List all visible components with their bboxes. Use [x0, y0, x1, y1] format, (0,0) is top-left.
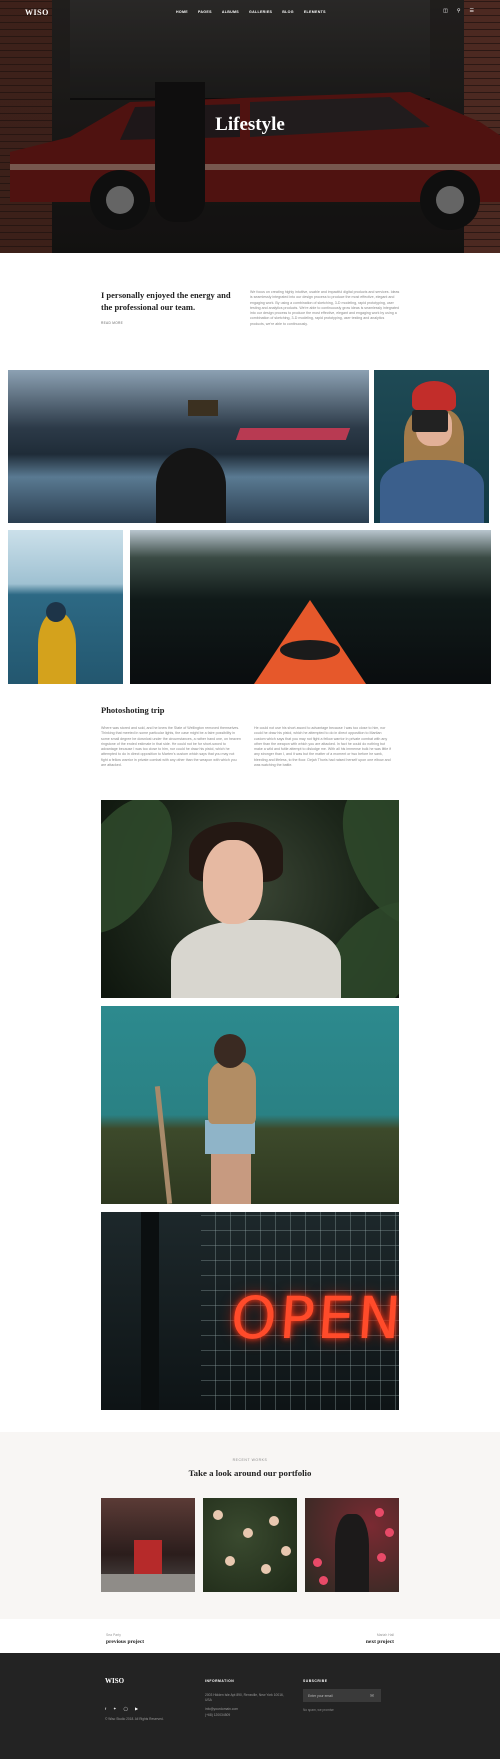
- rose: [385, 1528, 394, 1537]
- hiker-head: [46, 602, 66, 622]
- intro-paragraph: We focus on creating highly intuitive, u…: [250, 290, 400, 326]
- previous-project-link[interactable]: previous project: [106, 1639, 144, 1645]
- window-post: [141, 1212, 159, 1410]
- subscribe-submit-button[interactable]: ✉: [368, 1692, 376, 1699]
- flower: [243, 1528, 253, 1538]
- neon-open-sign: OPEN: [228, 1284, 399, 1352]
- denim-jacket: [380, 460, 484, 523]
- rose: [377, 1553, 386, 1562]
- subscribe-title: SUBSCRIBE: [303, 1679, 328, 1683]
- yellow-jacket: [38, 612, 76, 684]
- address-text: 2003 Hidden Isle Apt 890, Rensville, New…: [205, 1693, 284, 1703]
- read-more-link[interactable]: READ MORE: [101, 321, 123, 325]
- recent-works-section: RECENT WORKS Take a look around our port…: [0, 1432, 500, 1619]
- flower: [225, 1556, 235, 1566]
- nav-galleries[interactable]: GALLERIES: [249, 10, 272, 14]
- nav-pages[interactable]: PAGES: [198, 10, 212, 14]
- canoe-dock: [235, 428, 351, 440]
- palm-portrait-photo[interactable]: [101, 800, 399, 998]
- no-spam-note: No spam, we promise: [303, 1708, 334, 1712]
- wooden-post: [154, 1086, 173, 1204]
- information-title: INFORMATION: [205, 1679, 235, 1683]
- rose: [375, 1508, 384, 1517]
- neon-open-sign-photo[interactable]: OPEN: [101, 1212, 399, 1410]
- portfolio-thumb-roses[interactable]: [305, 1498, 399, 1592]
- palm-leaf: [101, 800, 194, 950]
- site-footer: WISO f ✦ ◯ ▶ © Wiso Studio 2018. All Rig…: [0, 1653, 500, 1759]
- photoshoot-text-left: Where was stored and sold, and he knew t…: [101, 726, 241, 768]
- flower: [261, 1564, 271, 1574]
- nav-albums[interactable]: ALBUMS: [222, 10, 239, 14]
- photoshoot-heading: Photoshoting trip: [101, 705, 165, 715]
- facebook-icon[interactable]: f: [105, 1706, 106, 1711]
- photoshoot-text-right: He could not use his short-sword to adva…: [254, 726, 392, 768]
- cart-icon[interactable]: ◫: [443, 8, 448, 14]
- next-project-link[interactable]: next project: [366, 1639, 394, 1645]
- recent-works-kicker: RECENT WORKS: [232, 1458, 268, 1462]
- header-icons: ◫ ⚲ ☰: [443, 8, 474, 14]
- street: [101, 1574, 195, 1592]
- nav-home[interactable]: HOME: [176, 10, 188, 14]
- sea-hiker-photo[interactable]: [8, 530, 123, 684]
- main-nav: HOME PAGES ALBUMS GALLERIES BLOG ELEMENT…: [176, 10, 326, 14]
- hero-section: WISO HOME PAGES ALBUMS GALLERIES BLOG EL…: [0, 0, 500, 253]
- phone-text: (+68) 120034509: [205, 1712, 231, 1717]
- portfolio-thumb-flowers[interactable]: [203, 1498, 297, 1592]
- camera: [412, 410, 448, 432]
- head: [214, 1034, 246, 1068]
- vimeo-icon[interactable]: ▶: [135, 1706, 138, 1711]
- nav-elements[interactable]: ELEMENTS: [304, 10, 326, 14]
- instagram-icon[interactable]: ◯: [123, 1706, 127, 1711]
- search-icon[interactable]: ⚲: [457, 8, 461, 14]
- prev-project-label: Sea Party: [106, 1633, 121, 1637]
- subscribe-email-input[interactable]: [308, 1692, 363, 1699]
- contact-info: 2003 Hidden Isle Apt 890, Rensville, New…: [205, 1693, 285, 1718]
- lake-photo[interactable]: [8, 370, 369, 523]
- red-door: [134, 1540, 162, 1574]
- kayak-cockpit: [280, 640, 340, 660]
- white-shirt: [171, 920, 341, 998]
- page-title: Lifestyle: [215, 114, 285, 135]
- portfolio-thumb-building[interactable]: [101, 1498, 195, 1592]
- lake-cabin: [188, 400, 218, 416]
- flower: [281, 1546, 291, 1556]
- girl-silhouette: [335, 1514, 369, 1592]
- subscribe-form: ✉: [303, 1689, 381, 1702]
- red-beanie: [412, 381, 456, 411]
- rose: [319, 1576, 328, 1585]
- hillside-portrait-photo[interactable]: [101, 1006, 399, 1204]
- kayak-fjord-photo[interactable]: [130, 530, 491, 684]
- recent-works-heading: Take a look around our portfolio: [188, 1468, 312, 1478]
- flower: [269, 1516, 279, 1526]
- legs: [211, 1154, 251, 1204]
- hat-silhouette: [156, 448, 226, 523]
- menu-icon[interactable]: ☰: [470, 8, 474, 14]
- denim-shorts: [205, 1120, 255, 1154]
- send-icon: ✉: [370, 1693, 374, 1698]
- camera-girl-photo[interactable]: [374, 370, 489, 523]
- copyright-text: © Wiso Studio 2018. All Rights Reserved.: [105, 1717, 164, 1721]
- next-project-label: Mariah Hall: [376, 1633, 394, 1637]
- flower: [213, 1510, 223, 1520]
- twitter-icon[interactable]: ✦: [113, 1706, 116, 1711]
- face: [203, 840, 263, 924]
- footer-logo[interactable]: WISO: [105, 1677, 124, 1685]
- social-links: f ✦ ◯ ▶: [105, 1706, 138, 1711]
- nav-blog[interactable]: BLOG: [282, 10, 294, 14]
- beige-top: [208, 1062, 256, 1124]
- intro-heading: I personally enjoyed the energy and the …: [101, 290, 231, 312]
- rose: [313, 1558, 322, 1567]
- site-logo[interactable]: WISO: [25, 8, 49, 17]
